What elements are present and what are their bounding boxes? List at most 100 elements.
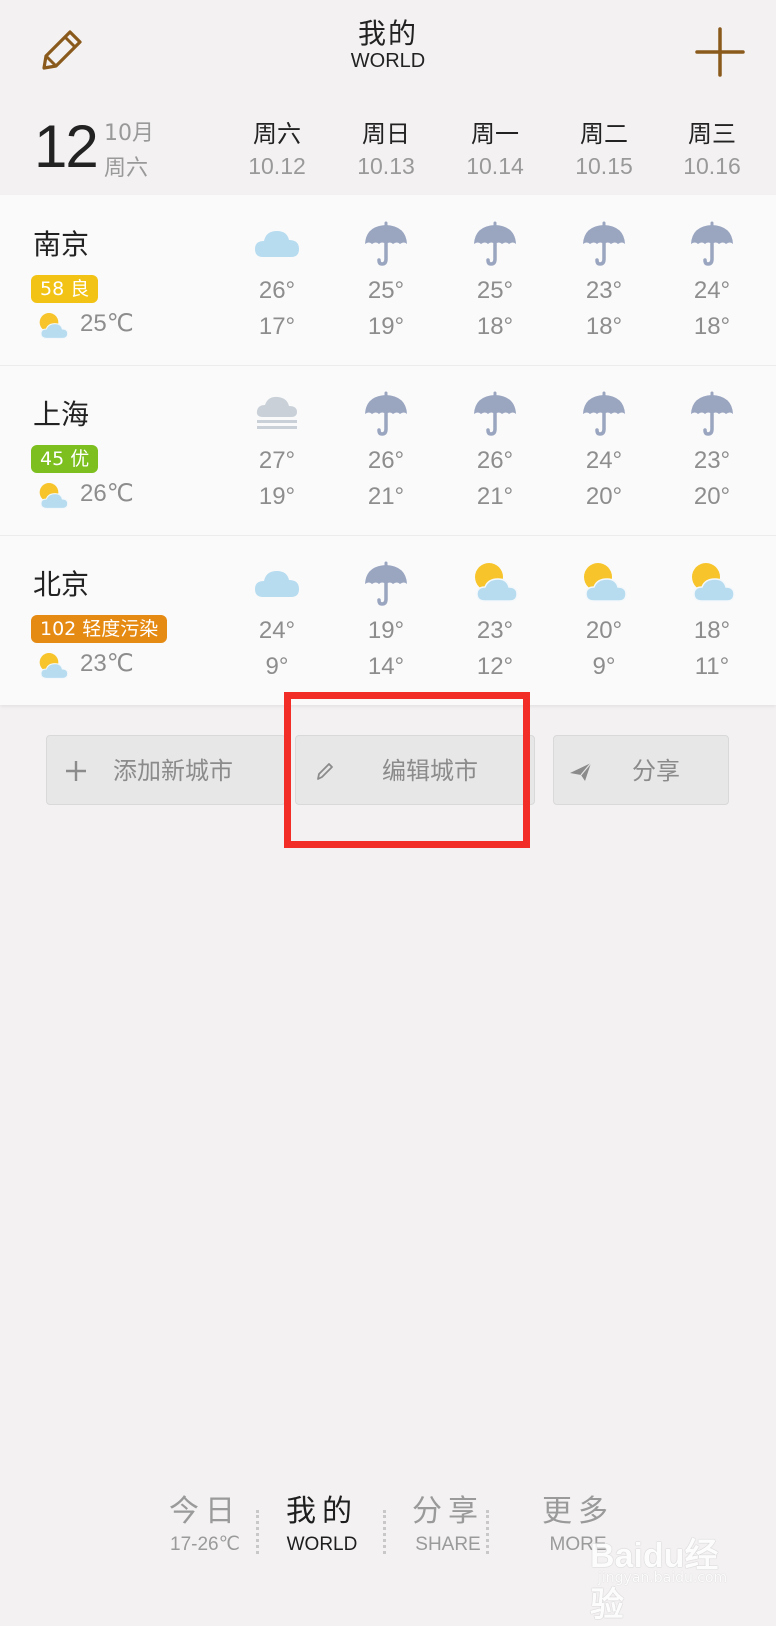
forecast-day: 24° 20° bbox=[559, 387, 649, 515]
aqi-badge: 45 优 bbox=[31, 445, 99, 473]
forecast-high: 25° bbox=[367, 277, 405, 304]
add-city-button[interactable]: 添加新城市 bbox=[46, 735, 286, 805]
tab-label-en: 17-26℃ bbox=[170, 1534, 240, 1555]
forecast-day: 23° 18° bbox=[559, 217, 649, 345]
forecast-day: 25° 19° bbox=[341, 217, 431, 345]
title-cn: 我的 bbox=[357, 17, 418, 50]
forecast-day: 26° 17° bbox=[232, 217, 322, 345]
current-temp: 26℃ bbox=[80, 480, 134, 507]
rain-umbrella-icon bbox=[581, 391, 627, 436]
tab-label-cn: 今日 bbox=[169, 1494, 241, 1529]
forecast-day: 24° 9° bbox=[232, 557, 322, 685]
day-date: 10.16 bbox=[683, 153, 741, 179]
city-list: 南京 58 良 25℃ 26° 17° 25° 19° 25° 18° 23° 1… bbox=[0, 195, 776, 705]
forecast-low: 9° bbox=[265, 653, 289, 680]
fog-icon bbox=[256, 396, 297, 429]
title-en: WORLD bbox=[350, 50, 426, 72]
forecast-low: 20° bbox=[585, 483, 623, 510]
forecast-high: 19° bbox=[367, 617, 405, 644]
city-name: 北京 bbox=[33, 568, 90, 601]
day-weekday: 周三 bbox=[688, 120, 736, 148]
forecast-high: 26° bbox=[476, 447, 514, 474]
baidu-watermark: Baidu经验 jingyan.baidu.com bbox=[590, 1520, 750, 1624]
forecast-high: 24° bbox=[693, 277, 731, 304]
forecast-low: 21° bbox=[476, 483, 514, 510]
forecast-low: 11° bbox=[694, 653, 730, 680]
share-label: 分享 bbox=[632, 757, 680, 785]
partly-cloudy-icon bbox=[39, 482, 69, 509]
forecast-low: 21° bbox=[367, 483, 405, 510]
rain-umbrella-icon bbox=[363, 391, 409, 436]
share-button[interactable]: 分享 bbox=[553, 735, 729, 805]
partly-cloudy-icon bbox=[583, 562, 627, 602]
forecast-day: 24° 18° bbox=[667, 217, 757, 345]
partly-cloudy-icon bbox=[39, 652, 69, 679]
cloudy-icon bbox=[255, 571, 299, 597]
forecast-high: 24° bbox=[258, 617, 296, 644]
rain-umbrella-icon bbox=[472, 221, 518, 266]
tab-world[interactable]: 我的 WORLD bbox=[262, 1492, 382, 1558]
day-weekday: 周二 bbox=[580, 120, 628, 148]
forecast-day: 27° 19° bbox=[232, 387, 322, 515]
day-date: 10.14 bbox=[466, 153, 524, 179]
forecast-low: 14° bbox=[367, 653, 405, 680]
day-column: 周日 10.13 bbox=[341, 118, 431, 182]
action-buttons: 添加新城市 编辑城市 分享 bbox=[0, 735, 776, 807]
forecast-high: 23° bbox=[585, 277, 623, 304]
day-column: 周二 10.15 bbox=[559, 118, 649, 182]
cloudy-icon bbox=[255, 231, 299, 257]
watermark-url: jingyan.baidu.com bbox=[598, 1570, 728, 1586]
plus-icon bbox=[66, 761, 86, 781]
day-column: 周六 10.12 bbox=[232, 118, 322, 182]
day-date: 10.13 bbox=[357, 153, 415, 179]
forecast-high: 26° bbox=[367, 447, 405, 474]
plus-icon bbox=[695, 27, 745, 77]
city-row[interactable]: 上海 45 优 26℃ 27° 19° 26° 21° 26° 21° 24° 2… bbox=[0, 365, 776, 536]
day-column: 周三 10.16 bbox=[667, 118, 757, 182]
top-bar: 我的 WORLD bbox=[0, 0, 776, 100]
edit-city-label: 编辑城市 bbox=[382, 757, 478, 785]
forecast-low: 17° bbox=[258, 313, 296, 340]
today-weekday: 周六 bbox=[104, 156, 149, 181]
forecast-day: 26° 21° bbox=[341, 387, 431, 515]
forecast-high: 23° bbox=[693, 447, 731, 474]
aqi-badge: 102 轻度污染 bbox=[31, 615, 168, 643]
rain-umbrella-icon bbox=[363, 221, 409, 266]
forecast-low: 9° bbox=[592, 653, 616, 680]
forecast-low: 18° bbox=[585, 313, 623, 340]
tab-separator bbox=[486, 1510, 492, 1554]
today-month: 10月 bbox=[104, 121, 154, 146]
city-row[interactable]: 北京 102 轻度污染 23℃ 24° 9° 19° 14° 23° 12° 20… bbox=[0, 535, 776, 705]
forecast-high: 24° bbox=[585, 447, 623, 474]
tab-today[interactable]: 今日 17-26℃ bbox=[145, 1492, 265, 1558]
rain-umbrella-icon bbox=[689, 391, 735, 436]
forecast-low: 20° bbox=[693, 483, 731, 510]
forecast-low: 12° bbox=[476, 653, 514, 680]
rain-umbrella-icon bbox=[581, 221, 627, 266]
forecast-day: 20° 9° bbox=[559, 557, 649, 685]
city-row[interactable]: 南京 58 良 25℃ 26° 17° 25° 19° 25° 18° 23° 1… bbox=[0, 195, 776, 366]
add-city-top-button[interactable] bbox=[692, 24, 748, 80]
paper-plane-icon bbox=[570, 762, 592, 781]
today-day: 12 bbox=[34, 113, 99, 180]
partly-cloudy-icon bbox=[474, 562, 518, 602]
forecast-high: 27° bbox=[258, 447, 296, 474]
aqi-badge: 58 良 bbox=[31, 275, 99, 303]
forecast-high: 20° bbox=[585, 617, 623, 644]
city-name: 上海 bbox=[33, 398, 90, 431]
forecast-low: 19° bbox=[258, 483, 296, 510]
forecast-day: 18° 11° bbox=[667, 557, 757, 685]
partly-cloudy-icon bbox=[691, 562, 735, 602]
current-temp: 23℃ bbox=[80, 650, 134, 677]
rain-umbrella-icon bbox=[472, 391, 518, 436]
forecast-high: 18° bbox=[693, 617, 731, 644]
city-name: 南京 bbox=[33, 228, 90, 261]
forecast-day: 25° 18° bbox=[450, 217, 540, 345]
day-weekday: 周日 bbox=[362, 120, 410, 148]
forecast-day: 23° 12° bbox=[450, 557, 540, 685]
rain-umbrella-icon bbox=[363, 561, 409, 606]
forecast-day: 26° 21° bbox=[450, 387, 540, 515]
forecast-low: 18° bbox=[476, 313, 514, 340]
edit-city-button[interactable]: 编辑城市 bbox=[295, 735, 535, 805]
forecast-day: 19° 14° bbox=[341, 557, 431, 685]
